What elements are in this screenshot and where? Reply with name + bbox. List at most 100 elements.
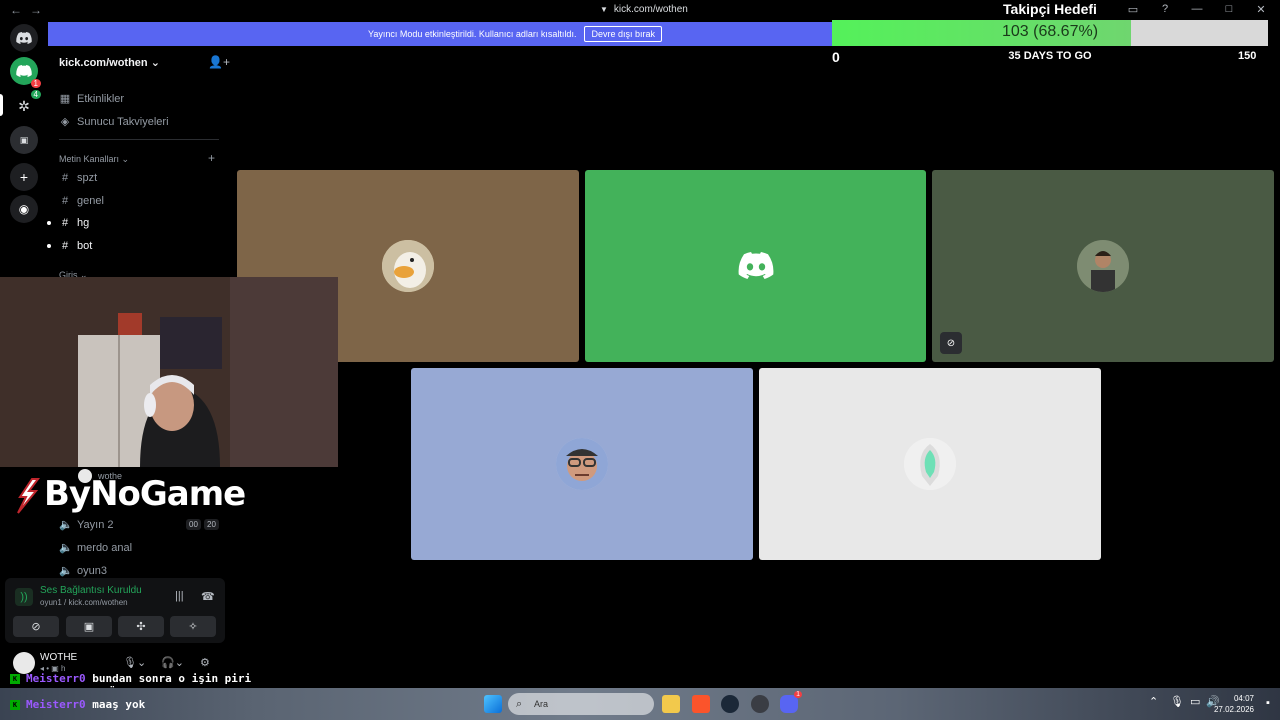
boost-icon: ◈ [60,116,70,128]
add-server-icon[interactable]: + [10,163,38,191]
taskbar-search[interactable]: ⌕ Ara [508,693,654,715]
screen-share-icon: ▣ [83,621,95,633]
avatar [382,240,434,292]
soundboard-button[interactable]: ✧ [170,616,216,637]
invite-people-icon[interactable]: 👤+ [208,55,230,69]
avatar [904,438,956,490]
events-link[interactable]: ▦ Etkinlikler [59,92,125,106]
windows-taskbar: K Meisterr0 maaş yok ⌕ Ara 1 ⌃ 🎙 ▭ 🔊 04:0… [0,688,1280,720]
file-explorer-icon[interactable] [662,695,680,713]
voice-channel-path[interactable]: oyun1 / kick.com/wothen [40,598,128,607]
divider [59,139,219,140]
noise-suppression-icon[interactable]: ||| [175,590,184,602]
voice-channel-oyun3[interactable]: 🔈 oyun3 [59,564,107,578]
discord-taskbar-icon[interactable]: 1 [780,691,802,713]
hashtag-icon: # [61,240,69,252]
boosts-label: Sunucu Takviyeleri [77,115,169,128]
notification-icon[interactable]: ▪ [1266,697,1270,709]
clock-time: 04:07 [1233,694,1254,703]
goal-days-left: 35 DAYS TO GO [1008,50,1092,62]
obs-icon[interactable] [751,695,769,713]
discord-logo-icon [738,252,774,280]
voice-channel-yayin2[interactable]: 🔈 Yayın 2 [59,518,114,532]
voice-channel-label: oyun3 [77,564,107,577]
kick-icon: K [10,700,20,710]
video-tile-5[interactable] [759,368,1101,560]
voice-status[interactable]: Ses Bağlantısı Kuruldu [40,585,142,596]
channel-label: hg [77,217,90,229]
channel-bot[interactable]: # bot [59,240,92,252]
bynogame-logo: ByNoGame [14,474,246,515]
goal-progress-text: 103 (68.67%) [1001,23,1099,40]
user-limit-pill: 20 [204,519,219,530]
muted-mic-icon: ⊘ [940,332,962,354]
video-tile-2[interactable] [585,170,926,362]
screen-share-button[interactable]: ▣ [66,616,112,637]
avatar[interactable] [13,652,35,674]
add-channel-icon[interactable]: + [208,151,215,165]
voice-connection-panel: )) Ses Bağlantısı Kuruldu oyun1 / kick.c… [5,578,225,643]
avatar [1077,240,1129,292]
microphone-icon[interactable]: 🎙⌄ [123,656,146,669]
steam-icon[interactable] [721,695,739,713]
user-name[interactable]: WOTHE [40,652,77,663]
discord-home-icon[interactable] [10,24,38,52]
search-placeholder: Ara [534,699,549,709]
chat-line: K Meisterr0 maaş yok [10,698,145,711]
discord-taskbar-badge: 1 [794,691,802,698]
tray-chevron-icon[interactable]: ⌃ [1149,695,1158,708]
channel-genel[interactable]: # genel [59,195,104,207]
server-name-text: kick.com/wothen [59,57,148,69]
brave-icon[interactable] [692,695,710,713]
disconnect-icon[interactable]: ☎ [201,590,215,603]
headphones-icon[interactable]: 🎧⌄ [161,656,184,669]
discover-icon[interactable]: ◉ [10,195,38,223]
camera-off-button[interactable]: ⊘ [13,616,59,637]
goal-max: 150 [1238,50,1257,62]
bot-server-icon[interactable]: ✲ 4 [10,90,41,120]
tray-mic-icon[interactable]: 🎙 [1170,695,1184,708]
tray-network-icon[interactable]: ▭ [1190,695,1200,708]
server-name-header[interactable]: kick.com/wothen ⌄ [59,56,160,69]
back-button[interactable]: ← [10,3,30,17]
chat-username: Meisterr0 [26,698,86,711]
clock-date: 27.02.2026 [1213,705,1254,714]
server-boosts-link[interactable]: ◈ Sunucu Takviyeleri [59,115,169,129]
streamer-mode-notice: Yayıncı Modu etkinleştirildi. Kullanıcı … [48,22,832,46]
video-tile-4[interactable] [411,368,753,560]
settings-gear-icon[interactable]: ⚙ [200,656,210,669]
voice-channel-merdo[interactable]: 🔈 merdo anal [59,541,133,555]
server-folder-icon[interactable]: ▣ [10,126,38,154]
taskbar-clock[interactable]: 04:07 27.02.2026 [1214,693,1254,715]
camera-off-icon: ⊘ [31,621,41,633]
channel-hg[interactable]: # hg [59,217,89,229]
bynogame-logo-icon [14,477,40,515]
goal-title: Takipçi Hedefi [1003,1,1097,17]
start-icon[interactable] [484,695,502,713]
hashtag-icon: # [61,217,69,229]
category-label: Metin Kanalları [59,154,120,164]
unread-indicator [47,244,51,248]
avatar [556,438,608,490]
logo-text: ByNoGame [44,474,246,514]
signal-icon[interactable]: )) [15,588,33,606]
events-label: Etkinlikler [77,92,125,105]
forward-button[interactable]: → [30,3,50,17]
voice-channel-label: merdo anal [77,541,133,554]
direct-messages-icon[interactable]: 1 [10,57,41,88]
activities-button[interactable]: ✣ [118,616,164,637]
video-tile-3[interactable]: ⊘ [932,170,1274,362]
disable-streamer-mode-button[interactable]: Devre dışı bırak [584,26,662,42]
text-channels-category[interactable]: Metin Kanalları ⌄ [59,154,129,165]
channel-spzt[interactable]: # spzt [59,172,97,184]
search-icon: ⌕ [516,698,523,710]
window-title: ▼ kick.com/wothen [600,4,688,15]
follower-goal-overlay: Takipçi Hedefi 103 (68.67%) 0 35 DAYS TO… [832,0,1280,66]
activities-icon: ✣ [136,621,146,633]
webcam-overlay [0,277,338,467]
dm-badge: 1 [30,79,41,88]
user-count-pill: 00 [186,519,201,530]
speaker-icon: 🔈 [59,565,73,577]
selected-server-pill [0,94,3,116]
window-title-text: kick.com/wothen [613,4,688,15]
